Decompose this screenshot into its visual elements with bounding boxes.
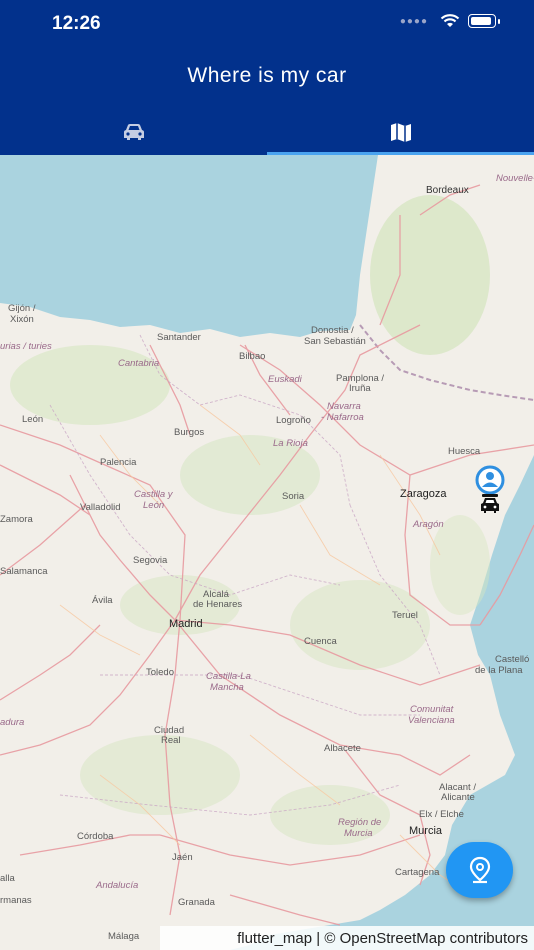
parked-car-marker[interactable] xyxy=(479,493,501,515)
map-label-xixon: Xixón xyxy=(10,314,34,325)
user-location-marker[interactable] xyxy=(473,465,505,497)
map-label-real: Real xyxy=(161,735,181,746)
map-label-aquitaine: Nouvelle-Aqui xyxy=(496,173,534,184)
map-label-elx: Elx / Elche xyxy=(419,809,464,820)
map-attribution[interactable]: flutter_map | © OpenStreetMap contributo… xyxy=(160,926,534,950)
map-label-nafarroa: - Nafarroa xyxy=(321,412,364,423)
status-time: 12:26 xyxy=(52,13,101,34)
map-label-castillayleon: Castilla y xyxy=(134,489,173,500)
map-label-cantabria: Cantabria xyxy=(118,358,160,369)
map-label-toledo: Toledo xyxy=(146,667,174,678)
map-label-andalucia: Andalucía xyxy=(96,880,139,891)
map-label-bordeaux: Bordeaux xyxy=(426,185,469,196)
map-label-castello: Castelló xyxy=(495,654,530,665)
map-label-soria: Soria xyxy=(282,491,305,502)
map-label-segovia: Segovia xyxy=(133,555,168,566)
map-label-rmanas: rmanas xyxy=(0,895,32,906)
map-label-albacete: Albacete xyxy=(324,743,361,754)
map-label-granada: Granada xyxy=(178,897,215,908)
wifi-icon xyxy=(440,14,460,27)
car-icon xyxy=(481,494,499,513)
map-label-henares: de Henares xyxy=(193,599,243,610)
map-label-leon: León xyxy=(22,414,44,425)
map-label-navarra: Navarra xyxy=(327,401,361,412)
tab-map[interactable] xyxy=(267,108,534,155)
map-label-teruel: Teruel xyxy=(392,610,418,621)
map-label-jaen: Jaén xyxy=(172,852,193,863)
signal-icon: ●●●● xyxy=(399,15,428,27)
tab-car[interactable] xyxy=(0,108,267,155)
map-label-madrid: Madrid xyxy=(169,618,203,630)
map-label-cuenca: Cuenca xyxy=(304,636,337,647)
map-label-cordoba: Córdoba xyxy=(77,831,114,842)
locate-car-button[interactable] xyxy=(446,842,513,898)
map-label-leon2: León xyxy=(143,500,165,511)
map-label-malaga: Málaga xyxy=(108,931,140,942)
map-view[interactable]: Bordeaux Nouvelle-Aqui Gijón / Xixón uri… xyxy=(0,155,534,950)
map-label-euskadi: Euskadi xyxy=(268,374,302,385)
map-label-larioja: La Rioja xyxy=(273,438,308,449)
app-bar: 12:26 ●●●● Where is my car xyxy=(0,0,534,155)
map-label-sansebastian: San Sebastián xyxy=(304,336,366,347)
map-label-valladolid: Valladolid xyxy=(80,502,121,513)
map-label-palencia: Palencia xyxy=(100,457,137,468)
map-label-bilbao: Bilbao xyxy=(239,351,266,362)
map-label-regionmurcia: Región de xyxy=(338,817,382,828)
map-label-alicante: Alicante xyxy=(441,792,475,803)
map-label-avila: Ávila xyxy=(92,595,113,606)
map-label-huesca: Huesca xyxy=(448,446,481,457)
map-icon xyxy=(390,122,411,142)
map-label-mancha: Mancha xyxy=(210,682,244,693)
map-label-logrono: Logroño xyxy=(276,415,311,426)
map-label-comunitat: Comunitat xyxy=(410,704,454,715)
map-label-zaragoza: Zaragoza xyxy=(400,488,447,500)
page-title: Where is my car xyxy=(187,64,347,87)
map-label-iruna: Iruña xyxy=(349,383,371,394)
map-label-aragon: Aragón xyxy=(413,519,444,530)
map-label-salamanca: Salamanca xyxy=(0,566,48,577)
map-label-donostia: Donostia / xyxy=(311,325,354,336)
map-label-alla: alla xyxy=(0,873,15,884)
map-label-gijon: Gijón / xyxy=(8,303,36,314)
map-label-zamora: Zamora xyxy=(0,514,33,525)
battery-tip xyxy=(498,18,500,24)
map-label-plana: de la Plana xyxy=(475,665,523,676)
status-icons: ●●●● xyxy=(400,14,500,28)
map-label-valenciana: Valenciana xyxy=(408,715,455,726)
map-label-castillalamancha: Castilla-La xyxy=(206,671,251,682)
map-label-murcia: Murcia xyxy=(409,825,443,837)
map-label-santander: Santander xyxy=(157,332,201,343)
car-icon xyxy=(123,123,144,140)
battery-icon xyxy=(468,14,496,28)
map-label-asturias: urias / turies xyxy=(0,341,52,352)
map-label-murcia-region: Murcia xyxy=(344,828,373,839)
map-label-extremadura: adura xyxy=(0,717,25,728)
map-label-cartagena: Cartagena xyxy=(395,867,440,878)
map-label-burgos: Burgos xyxy=(174,427,205,438)
location-pin-icon xyxy=(469,856,490,884)
